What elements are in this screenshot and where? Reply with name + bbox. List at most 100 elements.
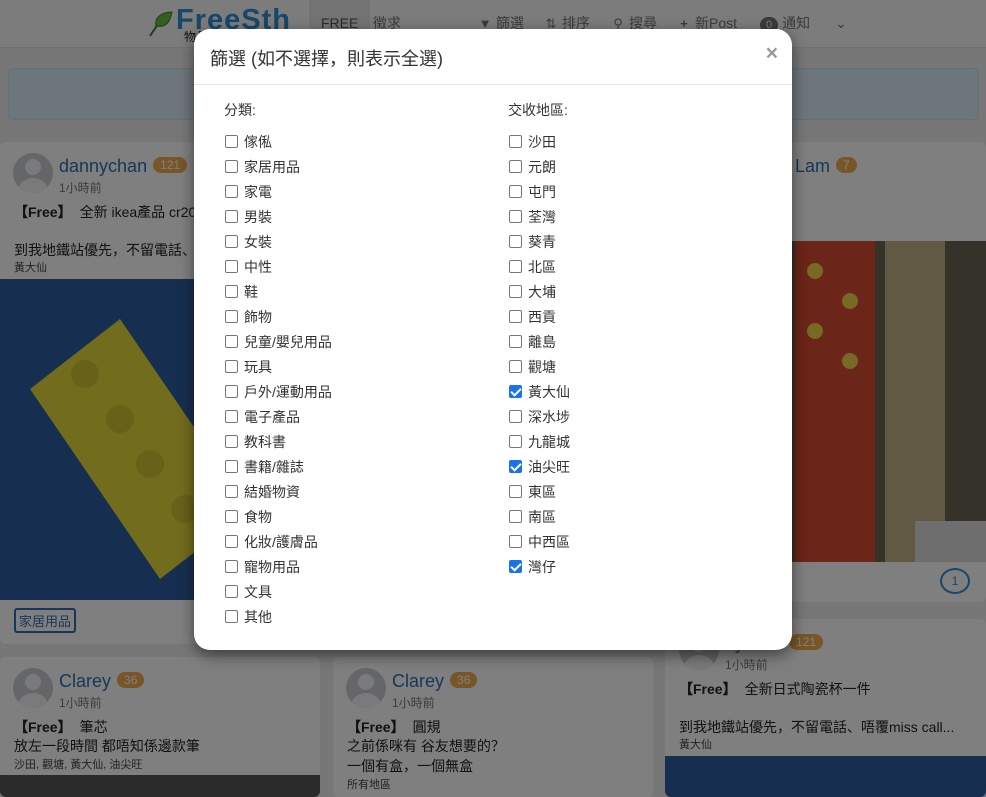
- category-label: 中性: [244, 258, 272, 275]
- category-checkbox[interactable]: [225, 610, 238, 623]
- category-option[interactable]: 男裝: [224, 204, 332, 229]
- district-checkbox[interactable]: [509, 410, 522, 423]
- category-option[interactable]: 電子產品: [224, 404, 332, 429]
- district-column: 交收地區: 沙田 元朗 屯門 荃灣葵青北區大埔西貢離島觀塘黃大仙深水埗九龍城油尖旺 東區…: [508, 101, 570, 579]
- category-option[interactable]: 書籍/雜誌: [224, 454, 332, 479]
- district-option[interactable]: 灣仔: [508, 554, 570, 579]
- category-checkbox[interactable]: [225, 335, 238, 348]
- category-label: 兒童/嬰兒用品: [244, 333, 332, 350]
- category-checkbox[interactable]: [225, 560, 238, 573]
- district-checkbox[interactable]: [509, 460, 522, 473]
- district-option[interactable]: 西貢: [508, 304, 570, 329]
- district-header: 交收地區:: [508, 102, 568, 118]
- district-label: 離島: [528, 333, 556, 350]
- district-checkbox[interactable]: [509, 310, 522, 323]
- district-option[interactable]: 沙田: [508, 129, 570, 154]
- category-checkbox[interactable]: [225, 485, 238, 498]
- district-label: 九龍城: [528, 433, 570, 450]
- category-option[interactable]: 寵物用品: [224, 554, 332, 579]
- category-checkbox[interactable]: [225, 385, 238, 398]
- district-checkbox[interactable]: [509, 185, 522, 198]
- category-checkbox[interactable]: [225, 135, 238, 148]
- district-checkbox[interactable]: [509, 335, 522, 348]
- district-option[interactable]: 黃大仙: [508, 379, 570, 404]
- district-label: 南區: [528, 508, 556, 525]
- category-option[interactable]: 家電: [224, 179, 332, 204]
- category-option[interactable]: 女裝: [224, 229, 332, 254]
- category-checkbox[interactable]: [225, 235, 238, 248]
- district-checkbox[interactable]: [509, 385, 522, 398]
- category-label: 文具: [244, 583, 272, 600]
- category-checkbox[interactable]: [225, 160, 238, 173]
- district-label: 深水埗: [528, 408, 570, 425]
- district-checkbox[interactable]: [509, 260, 522, 273]
- category-checkbox[interactable]: [225, 260, 238, 273]
- category-option[interactable]: 文具: [224, 579, 332, 604]
- district-label: 葵青: [528, 233, 556, 250]
- category-option[interactable]: 玩具: [224, 354, 332, 379]
- category-checkbox[interactable]: [225, 435, 238, 448]
- category-checkbox[interactable]: [225, 185, 238, 198]
- district-option[interactable]: 油尖旺: [508, 454, 570, 479]
- district-option[interactable]: 葵青: [508, 229, 570, 254]
- district-label: 灣仔: [528, 558, 556, 575]
- category-checkbox[interactable]: [225, 285, 238, 298]
- district-option[interactable]: 深水埗: [508, 404, 570, 429]
- district-checkbox[interactable]: [509, 435, 522, 448]
- district-checkbox[interactable]: [509, 210, 522, 223]
- category-label: 寵物用品: [244, 558, 300, 575]
- district-option[interactable]: 離島: [508, 329, 570, 354]
- category-checkbox[interactable]: [225, 585, 238, 598]
- district-option[interactable]: 元朗: [508, 154, 570, 179]
- category-checkbox[interactable]: [225, 410, 238, 423]
- category-column: 分類: 傢俬 家居用品 家電 男裝 女裝 中性鞋飾物 兒童/嬰兒用品 玩具 戶外/運動用品 電子產…: [224, 101, 332, 629]
- district-checkbox[interactable]: [509, 560, 522, 573]
- district-option[interactable]: 南區: [508, 504, 570, 529]
- district-option[interactable]: 九龍城: [508, 429, 570, 454]
- district-checkbox[interactable]: [509, 360, 522, 373]
- district-option[interactable]: 東區: [508, 479, 570, 504]
- district-option[interactable]: 觀塘: [508, 354, 570, 379]
- district-checkbox[interactable]: [509, 160, 522, 173]
- district-label: 中西區: [528, 533, 570, 550]
- district-checkbox[interactable]: [509, 135, 522, 148]
- category-option[interactable]: 結婚物資: [224, 479, 332, 504]
- category-checkbox[interactable]: [225, 510, 238, 523]
- category-label: 結婚物資: [244, 483, 300, 500]
- district-checkbox[interactable]: [509, 485, 522, 498]
- category-option[interactable]: 家居用品: [224, 154, 332, 179]
- category-option[interactable]: 飾物: [224, 304, 332, 329]
- category-checkbox[interactable]: [225, 460, 238, 473]
- category-label: 化妝/護膚品: [244, 533, 318, 550]
- district-label: 大埔: [528, 283, 556, 300]
- category-option[interactable]: 化妝/護膚品: [224, 529, 332, 554]
- category-option[interactable]: 中性: [224, 254, 332, 279]
- category-checkbox[interactable]: [225, 310, 238, 323]
- category-option[interactable]: 食物: [224, 504, 332, 529]
- category-list: 傢俬 家居用品家電男裝 女裝中性鞋飾物兒童/嬰兒用品玩具 戶外/運動用品 電子產品 教科書…: [224, 129, 332, 629]
- district-option[interactable]: 大埔: [508, 279, 570, 304]
- district-option[interactable]: 荃灣: [508, 204, 570, 229]
- category-option[interactable]: 傢俬: [224, 129, 332, 154]
- district-checkbox[interactable]: [509, 235, 522, 248]
- category-checkbox[interactable]: [225, 210, 238, 223]
- district-checkbox[interactable]: [509, 510, 522, 523]
- district-option[interactable]: 北區: [508, 254, 570, 279]
- district-checkbox[interactable]: [509, 535, 522, 548]
- district-option[interactable]: 屯門: [508, 179, 570, 204]
- district-checkbox[interactable]: [509, 285, 522, 298]
- category-label: 飾物: [244, 308, 272, 325]
- district-list: 沙田 元朗 屯門 荃灣葵青北區大埔西貢離島觀塘黃大仙深水埗九龍城油尖旺 東區南區中西區灣…: [508, 129, 570, 579]
- category-checkbox[interactable]: [225, 535, 238, 548]
- category-label: 家電: [244, 183, 272, 200]
- category-option[interactable]: 戶外/運動用品: [224, 379, 332, 404]
- district-label: 黃大仙: [528, 383, 570, 400]
- category-option[interactable]: 教科書: [224, 429, 332, 454]
- category-label: 食物: [244, 508, 272, 525]
- category-option[interactable]: 其他: [224, 604, 332, 629]
- close-icon[interactable]: ×: [766, 43, 778, 65]
- category-option[interactable]: 鞋: [224, 279, 332, 304]
- category-option[interactable]: 兒童/嬰兒用品: [224, 329, 332, 354]
- district-option[interactable]: 中西區: [508, 529, 570, 554]
- category-checkbox[interactable]: [225, 360, 238, 373]
